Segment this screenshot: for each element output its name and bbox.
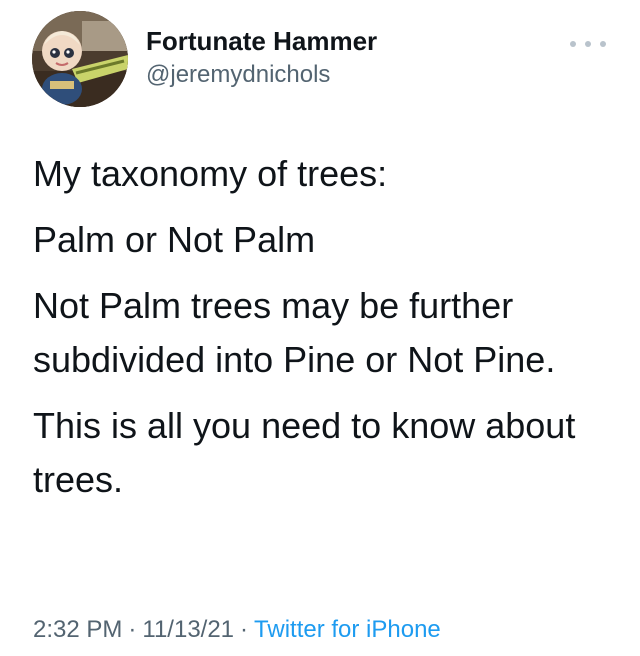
tweet-paragraph: Not Palm trees may be further subdivided… bbox=[33, 285, 556, 380]
tweet-time[interactable]: 2:32 PM bbox=[33, 616, 122, 643]
avatar[interactable] bbox=[32, 11, 128, 107]
tweet-paragraph: This is all you need to know about trees… bbox=[33, 405, 576, 500]
more-options-icon[interactable] bbox=[570, 34, 606, 54]
separator: · bbox=[128, 616, 137, 643]
user-handle[interactable]: @jeremydnichols bbox=[146, 60, 377, 90]
tweet-metadata: 2:32 PM · 11/13/21 · Twitter for iPhone bbox=[33, 614, 441, 646]
tweet-card: Fortunate Hammer @jeremydnichols My taxo… bbox=[0, 0, 640, 656]
tweet-paragraph: Palm or Not Palm bbox=[33, 219, 316, 260]
display-name[interactable]: Fortunate Hammer bbox=[146, 25, 377, 57]
dot-icon bbox=[600, 41, 606, 47]
dot-icon bbox=[585, 41, 591, 47]
source-link[interactable]: Twitter for iPhone bbox=[254, 616, 441, 643]
separator: · bbox=[240, 616, 249, 643]
author-block[interactable]: Fortunate Hammer @jeremydnichols bbox=[146, 25, 377, 90]
tweet-date[interactable]: 11/13/21 bbox=[142, 616, 234, 643]
tweet-paragraph: My taxonomy of trees: bbox=[33, 153, 388, 194]
profile-photo-icon bbox=[32, 11, 128, 107]
dot-icon bbox=[570, 41, 576, 47]
tweet-text: My taxonomy of trees: Palm or Not Palm N… bbox=[33, 147, 603, 519]
